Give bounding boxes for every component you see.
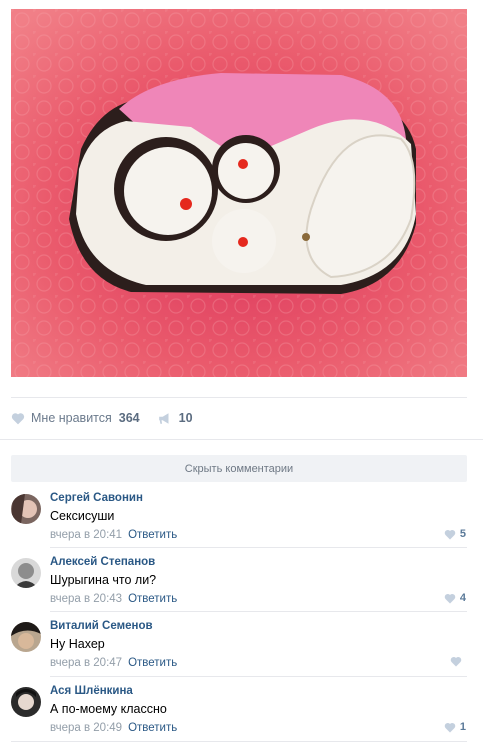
- heart-icon: [444, 593, 456, 603]
- comment-time[interactable]: вчера в 20:41: [50, 529, 122, 541]
- megaphone-icon: [158, 412, 169, 424]
- reply-button[interactable]: Ответить: [128, 593, 177, 605]
- heart-icon: [450, 656, 462, 667]
- comment-time[interactable]: вчера в 20:49: [50, 722, 122, 734]
- comment-author[interactable]: Сергей Савонин: [50, 492, 143, 504]
- avatar[interactable]: [11, 558, 41, 588]
- sushi-photo-image: [11, 9, 467, 377]
- comment-like-count: 5: [459, 528, 466, 540]
- separator: [50, 547, 467, 548]
- avatar[interactable]: [11, 494, 41, 524]
- comment-like-button[interactable]: 1: [444, 721, 466, 733]
- separator: [50, 611, 467, 612]
- comment-author[interactable]: Ася Шлёнкина: [50, 685, 133, 697]
- comment-text: Ну Нахер: [50, 637, 105, 651]
- comment-time[interactable]: вчера в 20:43: [50, 593, 122, 605]
- reply-button[interactable]: Ответить: [128, 529, 177, 541]
- post-actions: Мне нравится 364 10: [11, 408, 193, 428]
- comment-item: Ася Шлёнкина А по-моему классно вчера в …: [11, 685, 469, 749]
- share-count: 10: [178, 411, 193, 425]
- comment-like-button[interactable]: 5: [444, 528, 466, 540]
- comment-like-button[interactable]: 4: [444, 592, 466, 604]
- like-count: 364: [118, 411, 140, 425]
- comment-like-count: 4: [459, 592, 466, 604]
- separator: [11, 397, 467, 398]
- comment-text: Сексисуши: [50, 509, 115, 523]
- reply-button[interactable]: Ответить: [128, 722, 177, 734]
- heart-icon: [444, 529, 456, 539]
- heart-icon: [11, 412, 25, 424]
- separator: [11, 741, 467, 742]
- hide-comments-button[interactable]: Скрыть комментарии: [11, 455, 467, 482]
- comment-author[interactable]: Алексей Степанов: [50, 556, 155, 568]
- comment-author[interactable]: Виталий Семенов: [50, 620, 153, 632]
- comment-text: А по-моему классно: [50, 702, 167, 716]
- reply-button[interactable]: Ответить: [128, 657, 177, 669]
- heart-icon: [444, 722, 456, 732]
- like-button[interactable]: Мне нравится 364: [11, 411, 140, 425]
- like-label: Мне нравится: [31, 411, 112, 425]
- comment-time[interactable]: вчера в 20:47: [50, 657, 122, 669]
- comment-like-button[interactable]: [450, 656, 466, 667]
- comment-like-count: 1: [459, 721, 466, 733]
- separator: [0, 439, 483, 440]
- share-button[interactable]: 10: [158, 411, 193, 425]
- comment-text: Шурыгина что ли?: [50, 573, 157, 587]
- separator: [50, 676, 467, 677]
- avatar[interactable]: [11, 622, 41, 652]
- comment-item: Виталий Семенов Ну Нахер вчера в 20:47 От…: [11, 620, 469, 684]
- post-photo[interactable]: [11, 9, 467, 377]
- avatar[interactable]: [11, 687, 41, 717]
